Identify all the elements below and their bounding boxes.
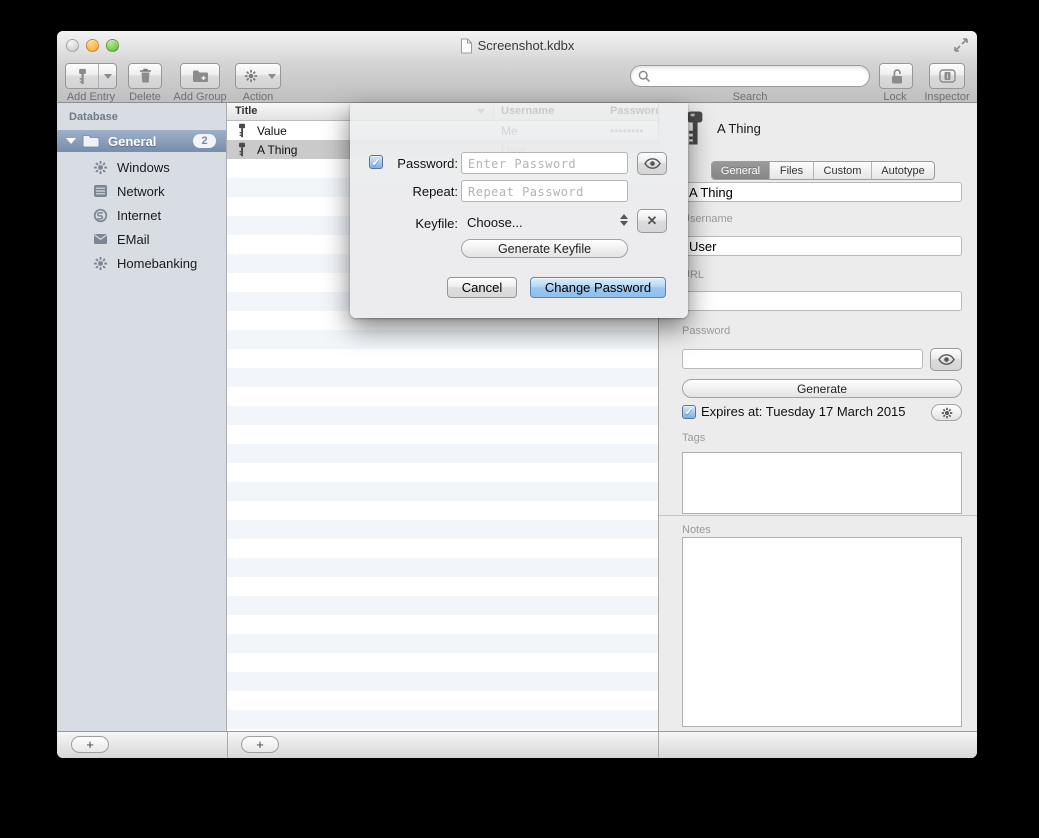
dialog-repeat-label: Repeat: [383, 184, 458, 199]
fullscreen-icon[interactable] [953, 37, 969, 53]
plus-icon: + [256, 737, 264, 752]
password-checkbox[interactable]: ✓ [369, 155, 383, 169]
sidebar-item-windows[interactable]: Windows [57, 156, 226, 178]
tags-box[interactable] [682, 452, 962, 514]
inspector-panel: A Thing General Files Custom Autotype Us… [658, 103, 977, 731]
sidebar-section-header: Database [69, 111, 118, 123]
tab-general[interactable]: General [712, 162, 770, 179]
clear-keyfile-button[interactable]: ✕ [637, 209, 667, 233]
delete-label: Delete [124, 91, 166, 103]
url-field[interactable] [682, 291, 962, 311]
title-field[interactable] [682, 182, 962, 202]
inspector-button[interactable]: i [929, 63, 965, 89]
inspector-label: Inspector [919, 91, 975, 103]
username-field[interactable] [682, 236, 962, 256]
drive-icon [93, 184, 109, 198]
add-group-button[interactable] [180, 63, 220, 89]
section-divider [659, 515, 977, 516]
envelope-icon [93, 233, 109, 245]
add-entry-footer-button[interactable]: + [241, 736, 279, 753]
expires-label: Expires at: Tuesday 17 March 2015 [701, 404, 906, 419]
globe-icon [93, 208, 109, 223]
dialog-reveal-button[interactable] [637, 152, 667, 175]
sidebar: Database General 2 Windows Network [57, 103, 227, 731]
notes-label: Notes [682, 524, 711, 536]
sidebar-item-internet[interactable]: Internet [57, 204, 226, 226]
action-button[interactable] [235, 63, 281, 89]
add-entry-caret[interactable] [99, 64, 116, 88]
sidebar-group-general[interactable]: General 2 [57, 130, 226, 152]
sidebar-group-label: General [108, 134, 156, 149]
popup-stepper-icon[interactable] [620, 214, 628, 226]
eye-icon [644, 158, 661, 169]
search-input[interactable] [630, 65, 870, 87]
search-icon [638, 70, 651, 83]
lock-label: Lock [865, 91, 925, 103]
password-label: Password [682, 325, 730, 337]
add-group-label: Add Group [167, 91, 233, 103]
footer-bar: + + [57, 731, 977, 758]
lock-button[interactable] [879, 63, 913, 89]
column-title[interactable]: Title [235, 105, 257, 117]
folder-plus-icon [192, 69, 209, 83]
trash-icon [139, 68, 152, 84]
expires-options-button[interactable] [931, 404, 962, 421]
sidebar-item-email[interactable]: EMail [57, 228, 226, 250]
dialog-password-input[interactable] [461, 152, 628, 174]
add-group-footer-button[interactable]: + [71, 736, 109, 753]
close-icon: ✕ [647, 213, 658, 229]
disclosure-triangle-icon[interactable] [66, 138, 76, 144]
delete-button[interactable] [128, 63, 162, 89]
tags-label: Tags [682, 432, 705, 444]
inspector-tabs: General Files Custom Autotype [711, 161, 935, 180]
expires-row: ✓ Expires at: Tuesday 17 March 2015 [682, 404, 906, 419]
dialog-password-label: Password: [383, 156, 458, 171]
sidebar-item-homebanking[interactable]: Homebanking [57, 252, 226, 274]
group-count-badge: 2 [193, 134, 216, 148]
tab-custom[interactable]: Custom [814, 162, 872, 179]
tab-autotype[interactable]: Autotype [872, 162, 934, 179]
tab-files[interactable]: Files [770, 162, 814, 179]
generate-keyfile-button[interactable]: Generate Keyfile [461, 239, 628, 258]
info-icon: i [939, 69, 956, 83]
titlebar: Screenshot.kdbx [57, 31, 977, 60]
password-field[interactable] [682, 349, 923, 369]
cancel-button[interactable]: Cancel [447, 277, 517, 298]
search-label: Search [630, 91, 870, 103]
padlock-open-icon [889, 68, 904, 85]
desktop: Screenshot.kdbx Add Entry Delete [0, 0, 1039, 838]
change-password-sheet: ✓ Password: Repeat: Keyfile: Choose... ✕… [350, 103, 688, 318]
folder-icon [82, 134, 100, 148]
reveal-password-button[interactable] [930, 348, 962, 371]
dialog-repeat-input[interactable] [461, 180, 628, 202]
key-icon [66, 64, 98, 88]
dialog-keyfile-label: Keyfile: [383, 216, 458, 231]
app-window: Screenshot.kdbx Add Entry Delete [57, 31, 977, 758]
toolbar: Add Entry Delete Add Group Action [57, 60, 977, 103]
add-entry-button[interactable] [65, 63, 117, 89]
window-title: Screenshot.kdbx [57, 31, 977, 60]
action-label: Action [235, 91, 281, 103]
gear-icon [93, 160, 109, 175]
generate-password-button[interactable]: Generate [682, 379, 962, 398]
gear-icon [93, 256, 109, 271]
eye-icon [938, 354, 955, 365]
expires-checkbox[interactable]: ✓ [682, 405, 696, 419]
key-icon [237, 123, 247, 138]
notes-box[interactable] [682, 537, 962, 727]
change-password-button[interactable]: Change Password [530, 277, 666, 298]
plus-icon: + [86, 737, 94, 752]
action-caret[interactable] [265, 64, 279, 88]
document-icon [460, 38, 473, 54]
sidebar-item-network[interactable]: Network [57, 180, 226, 202]
add-entry-label: Add Entry [57, 91, 125, 103]
username-label: Username [682, 213, 733, 225]
gear-icon [237, 64, 265, 88]
gear-icon [941, 407, 953, 419]
inspector-entry-title: A Thing [717, 121, 761, 136]
key-icon [237, 142, 247, 157]
keyfile-popup[interactable]: Choose... [467, 215, 523, 230]
